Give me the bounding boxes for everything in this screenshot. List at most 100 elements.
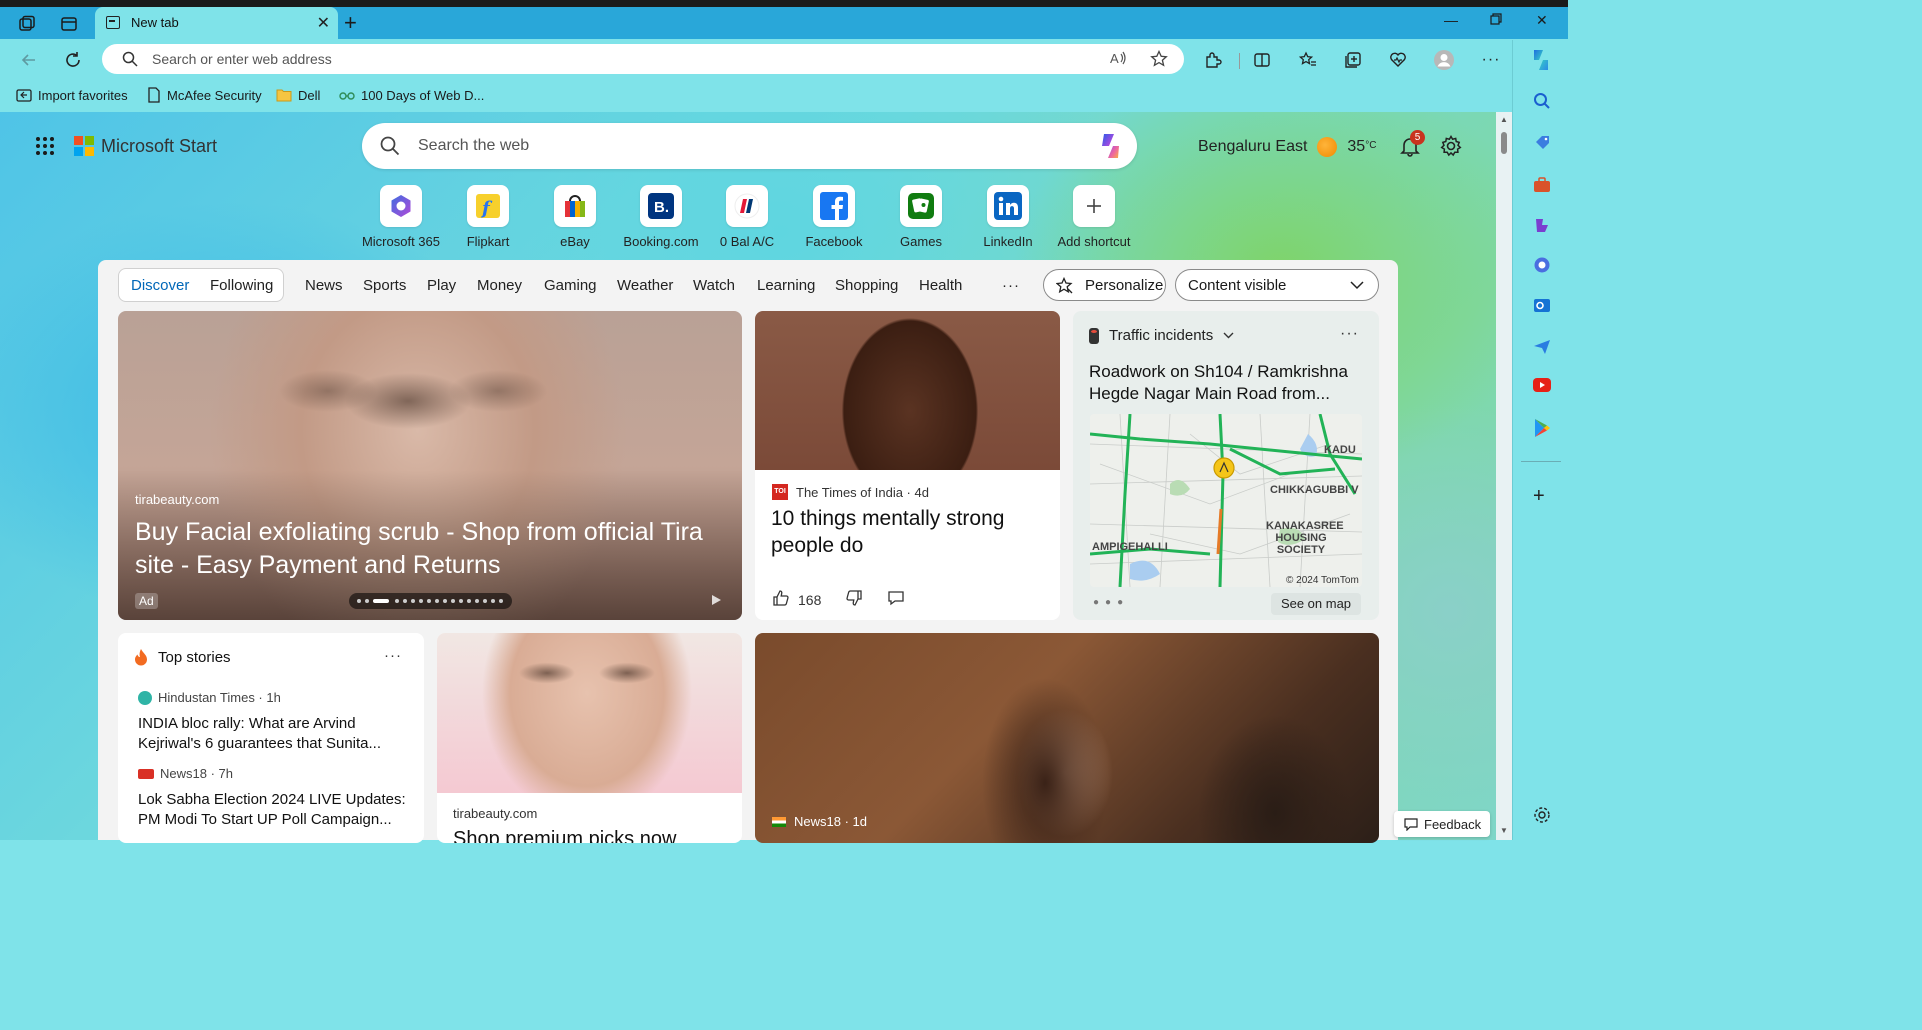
ad-choices-icon[interactable] bbox=[712, 595, 721, 605]
story-item[interactable]: Hindustan Times · 1h INDIA bloc rally: W… bbox=[138, 690, 418, 754]
bookmark-label: Import favorites bbox=[38, 87, 128, 103]
tab-money[interactable]: Money bbox=[477, 277, 522, 294]
dislike-icon[interactable] bbox=[845, 589, 863, 610]
more-categories-button[interactable]: ··· bbox=[1002, 277, 1020, 294]
tab-following[interactable]: Following bbox=[210, 277, 273, 294]
search-sidebar-icon[interactable] bbox=[1533, 92, 1551, 115]
hero-ad-card[interactable]: tirabeauty.com Buy Facial exfoliating sc… bbox=[118, 311, 742, 620]
restore-button[interactable] bbox=[1490, 12, 1502, 28]
traffic-incidents-card[interactable]: Traffic incidents ··· Roadwork on Sh104 … bbox=[1073, 311, 1379, 620]
profile-avatar[interactable] bbox=[1433, 49, 1455, 71]
m365-sidebar-icon[interactable] bbox=[1533, 256, 1551, 279]
youtube-sidebar-icon[interactable] bbox=[1533, 378, 1551, 397]
shortcut-microsoft-365[interactable]: Microsoft 365 bbox=[358, 185, 444, 249]
scrollbar-thumb[interactable] bbox=[1501, 132, 1507, 154]
page-settings-gear-icon[interactable] bbox=[1440, 135, 1462, 162]
article-source: TOI The Times of India · 4d bbox=[772, 484, 929, 500]
shortcut-booking[interactable]: B. Booking.com bbox=[618, 185, 704, 249]
new-tab-button[interactable]: + bbox=[344, 12, 357, 34]
shortcut-facebook[interactable]: Facebook bbox=[791, 185, 877, 249]
send-sidebar-icon[interactable] bbox=[1533, 338, 1551, 361]
copilot-icon[interactable] bbox=[1095, 132, 1127, 160]
add-shortcut-button[interactable]: Add shortcut bbox=[1051, 185, 1137, 249]
tab-weather[interactable]: Weather bbox=[617, 277, 673, 294]
bookmark-100-days[interactable]: 100 Days of Web D... bbox=[339, 86, 484, 104]
tab-sports[interactable]: Sports bbox=[363, 277, 406, 294]
close-window-button[interactable]: ✕ bbox=[1536, 12, 1548, 29]
tab-health[interactable]: Health bbox=[919, 277, 962, 294]
app-launcher-icon[interactable] bbox=[36, 137, 54, 155]
story-title[interactable]: INDIA bloc rally: What are Arvind Kejriw… bbox=[138, 714, 418, 754]
add-sidebar-app-icon[interactable]: + bbox=[1533, 485, 1545, 508]
shortcut-games[interactable]: Games bbox=[878, 185, 964, 249]
story-item[interactable]: News18 · 7h Lok Sabha Election 2024 LIVE… bbox=[138, 766, 418, 830]
card-more-options-icon[interactable]: ··· bbox=[384, 647, 402, 664]
collections-icon[interactable] bbox=[1342, 49, 1364, 71]
feedback-button[interactable]: Feedback bbox=[1394, 811, 1490, 837]
address-bar[interactable]: Search or enter web address A bbox=[102, 44, 1184, 74]
tab-gaming[interactable]: Gaming bbox=[544, 277, 597, 294]
bookmark-dell-folder[interactable]: Dell bbox=[276, 86, 320, 104]
shortcut-flipkart[interactable]: f Flipkart bbox=[445, 185, 531, 249]
web-search-box[interactable]: Search the web bbox=[362, 123, 1137, 169]
favorite-star-icon[interactable] bbox=[1150, 49, 1168, 71]
tab-actions-icon[interactable] bbox=[58, 13, 80, 35]
carousel-dots[interactable] bbox=[349, 593, 512, 609]
article-card-toi[interactable]: TOI The Times of India · 4d 10 things me… bbox=[755, 311, 1060, 620]
scroll-down-arrow[interactable]: ▼ bbox=[1500, 826, 1508, 835]
bookmark-label: Dell bbox=[298, 87, 321, 103]
tools-sidebar-icon[interactable] bbox=[1533, 176, 1551, 199]
tab-news[interactable]: News bbox=[305, 277, 343, 294]
bookmark-import-favorites[interactable]: Import favorites bbox=[16, 86, 128, 104]
like-icon[interactable] bbox=[772, 589, 790, 610]
settings-more-icon[interactable]: ··· bbox=[1480, 49, 1502, 71]
traffic-header[interactable]: Traffic incidents bbox=[1089, 327, 1234, 344]
copilot-sidebar-icon[interactable] bbox=[1528, 48, 1554, 72]
tab-new-tab[interactable]: New tab ✕ bbox=[95, 7, 338, 40]
bookmark-mcafee[interactable]: McAfee Security bbox=[147, 86, 262, 104]
article-title[interactable]: 10 things mentally strong people do bbox=[771, 505, 1051, 559]
hero-title[interactable]: Buy Facial exfoliating scrub - Shop from… bbox=[135, 516, 735, 582]
tab-watch[interactable]: Watch bbox=[693, 277, 735, 294]
sidebar-settings-icon[interactable] bbox=[1533, 806, 1551, 829]
carousel-dots[interactable]: ●●● bbox=[1093, 597, 1129, 608]
search-icon bbox=[122, 51, 138, 72]
tab-discover[interactable]: Discover bbox=[131, 277, 189, 294]
tira-ad-card[interactable]: tirabeauty.com Shop premium picks now bbox=[437, 633, 742, 843]
minimize-button[interactable]: — bbox=[1444, 12, 1458, 28]
brand-title[interactable]: Microsoft Start bbox=[101, 136, 217, 157]
outlook-sidebar-icon[interactable] bbox=[1533, 296, 1551, 319]
play-store-sidebar-icon[interactable] bbox=[1533, 418, 1551, 443]
refresh-button[interactable] bbox=[62, 49, 84, 71]
shortcut-0-bal-ac[interactable]: 0 Bal A/C bbox=[704, 185, 790, 249]
traffic-headline[interactable]: Roadwork on Sh104 / Ramkrishna Hegde Nag… bbox=[1089, 361, 1369, 405]
flame-icon bbox=[135, 649, 147, 666]
close-tab-icon[interactable]: ✕ bbox=[317, 13, 330, 33]
see-on-map-button[interactable]: See on map bbox=[1271, 593, 1361, 615]
back-button[interactable] bbox=[18, 49, 40, 71]
shortcut-ebay[interactable]: eBay bbox=[532, 185, 618, 249]
tab-shopping[interactable]: Shopping bbox=[835, 277, 898, 294]
games-sidebar-icon[interactable] bbox=[1533, 216, 1551, 239]
shortcut-linkedin[interactable]: LinkedIn bbox=[965, 185, 1051, 249]
workspaces-icon[interactable] bbox=[16, 13, 38, 35]
extensions-icon[interactable] bbox=[1202, 49, 1224, 71]
shopping-sidebar-icon[interactable] bbox=[1533, 134, 1551, 157]
traffic-map[interactable]: KADU CHIKKAGUBBI V KANAKASREE HOUSING SO… bbox=[1090, 414, 1362, 587]
weather-widget[interactable]: Bengaluru East 35 °C bbox=[1198, 137, 1376, 157]
content-visibility-dropdown[interactable]: Content visible bbox=[1175, 269, 1379, 301]
news18-video-card[interactable]: News18 · 1d bbox=[755, 633, 1379, 843]
tab-learning[interactable]: Learning bbox=[757, 277, 815, 294]
tab-play[interactable]: Play bbox=[427, 277, 456, 294]
comment-icon[interactable] bbox=[887, 589, 905, 610]
story-title[interactable]: Lok Sabha Election 2024 LIVE Updates: PM… bbox=[138, 790, 418, 830]
browser-essentials-icon[interactable] bbox=[1387, 49, 1409, 71]
personalize-button[interactable]: Personalize bbox=[1043, 269, 1166, 301]
split-screen-icon[interactable] bbox=[1251, 49, 1273, 71]
scroll-up-arrow[interactable]: ▲ bbox=[1500, 115, 1508, 124]
page-scrollbar[interactable]: ▲ ▼ bbox=[1496, 112, 1512, 840]
card-more-options-icon[interactable]: ··· bbox=[1340, 325, 1359, 343]
ad-title[interactable]: Shop premium picks now bbox=[453, 828, 676, 843]
favorites-icon[interactable] bbox=[1297, 49, 1319, 71]
read-aloud-icon[interactable]: A bbox=[1110, 50, 1128, 69]
